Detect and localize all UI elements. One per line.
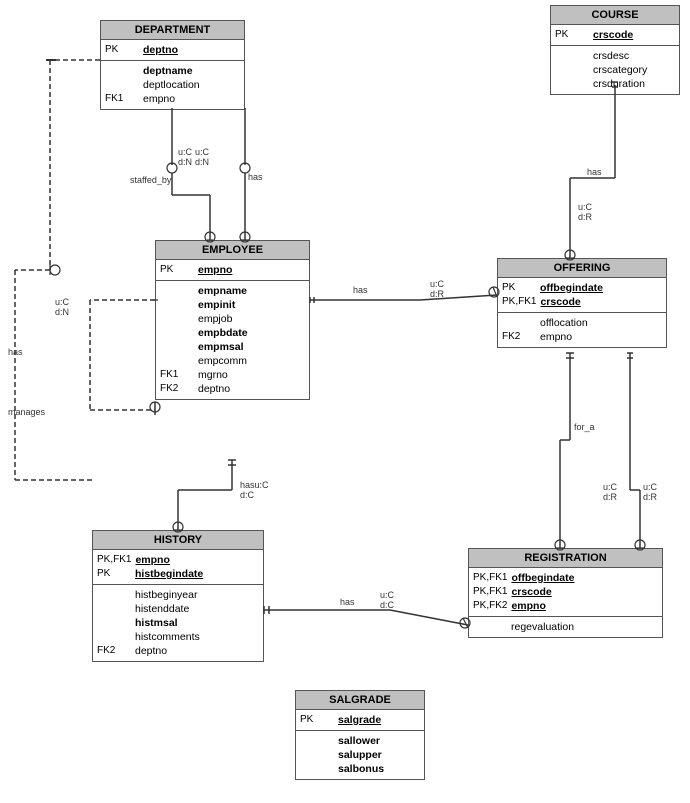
svg-text:d:R: d:R [603, 492, 618, 502]
hist-histmsal: histmsal [135, 617, 178, 629]
off-crscode: crscode [540, 296, 580, 308]
has-left-label: has [8, 347, 23, 357]
employee-attr-section: empname empinit empjob empbdate empmsal … [156, 281, 309, 399]
course-pk-section: PK crscode [551, 25, 679, 46]
employee-pk-section: PK empno [156, 260, 309, 281]
course-off-label: has [587, 167, 602, 177]
has-constraint2: d:N [195, 157, 209, 167]
svg-text:u:C: u:C [380, 590, 395, 600]
dept-deptname: deptname [143, 65, 193, 77]
hist-deptno: deptno [135, 645, 167, 657]
reg-offbegindate: offbegindate [511, 572, 574, 584]
course-title: COURSE [551, 6, 679, 25]
diagram-container: DEPARTMENT PK deptno deptname deptlocati… [0, 0, 690, 803]
emp-empmsal: empmsal [198, 341, 244, 353]
dept-deptlocation: deptlocation [143, 79, 200, 91]
hist-histbegindate: histbegindate [135, 568, 203, 580]
registration-attr-section: regevaluation [469, 617, 662, 637]
off-offlocation: offlocation [540, 317, 588, 329]
svg-text:d:R: d:R [643, 492, 658, 502]
reg-empno: empno [511, 600, 545, 612]
sal-salbonus: salbonus [338, 763, 384, 775]
dept-deptno: deptno [143, 44, 178, 56]
salgrade-pk-section: PK salgrade [296, 710, 424, 731]
history-pk-section: PK,FK1 empno PK histbegindate [93, 550, 263, 585]
sal-salgrade: salgrade [338, 714, 381, 726]
department-title: DEPARTMENT [101, 21, 244, 40]
hist-histbeginyear: histbeginyear [135, 589, 197, 601]
course-crscategory: crscategory [593, 64, 647, 76]
svg-text:u:C: u:C [643, 482, 658, 492]
emp-empinit: empinit [198, 299, 235, 311]
pk-label: PK [105, 44, 143, 55]
dept-emp-constraint1: u:C [178, 147, 193, 157]
department-attr-section: deptname deptlocation FK1 empno [101, 61, 244, 109]
hist-reg-label: has [340, 597, 355, 607]
course-attr-section: crsdesc crscategory crsduration [551, 46, 679, 94]
emp-empname: empname [198, 285, 247, 297]
entity-registration: REGISTRATION PK,FK1 offbegindate PK,FK1 … [468, 548, 663, 638]
emp-mgrno: mgrno [198, 369, 228, 381]
svg-text:hasu:C: hasu:C [240, 480, 269, 490]
hist-histenddate: histenddate [135, 603, 189, 615]
registration-pk-section: PK,FK1 offbegindate PK,FK1 crscode PK,FK… [469, 568, 662, 617]
offering-attr-section: offlocation FK2 empno [498, 313, 666, 347]
svg-text:u:C: u:C [430, 279, 445, 289]
svg-text:d:C: d:C [380, 600, 395, 610]
dept-empno: empno [143, 93, 175, 105]
entity-department: DEPARTMENT PK deptno deptname deptlocati… [100, 20, 245, 110]
entity-offering: OFFERING PK offbegindate PK,FK1 crscode … [497, 258, 667, 348]
svg-text:d:C: d:C [240, 490, 255, 500]
dept-emp-constraint2: d:N [178, 157, 192, 167]
emp-empno: empno [198, 264, 232, 276]
emp-deptno: deptno [198, 383, 230, 395]
svg-text:u:C: u:C [55, 297, 70, 307]
off-offbegindate: offbegindate [540, 282, 603, 294]
svg-text:u:C: u:C [603, 482, 618, 492]
has-constraint1: u:C [195, 147, 210, 157]
off-empno: empno [540, 331, 572, 343]
employee-title: EMPLOYEE [156, 241, 309, 260]
registration-title: REGISTRATION [469, 549, 662, 568]
entity-employee: EMPLOYEE PK empno empname empinit empjob [155, 240, 310, 400]
course-crsduration: crsduration [593, 78, 645, 90]
offering-title: OFFERING [498, 259, 666, 278]
hist-histcomments: histcomments [135, 631, 200, 643]
department-pk-section: PK deptno [101, 40, 244, 61]
svg-text:u:C: u:C [578, 202, 593, 212]
entity-salgrade: SALGRADE PK salgrade sallower salupper s… [295, 690, 425, 780]
salgrade-attr-section: sallower salupper salbonus [296, 731, 424, 779]
svg-text:d:R: d:R [430, 289, 445, 299]
relationship-lines: u:C d:N u:C d:N has staffed_by has manag… [0, 0, 690, 803]
emp-off-label: has [353, 285, 368, 295]
off-reg-label: for_a [574, 422, 595, 432]
history-title: HISTORY [93, 531, 263, 550]
emp-empbdate: empbdate [198, 327, 248, 339]
emp-empcomm: empcomm [198, 355, 247, 367]
sal-sallower: sallower [338, 735, 380, 747]
entity-history: HISTORY PK,FK1 empno PK histbegindate hi… [92, 530, 264, 662]
has-label: has [248, 172, 263, 182]
history-attr-section: histbeginyear histenddate histmsal histc… [93, 585, 263, 661]
svg-text:d:R: d:R [578, 212, 593, 222]
emp-empjob: empjob [198, 313, 232, 325]
offering-pk-section: PK offbegindate PK,FK1 crscode [498, 278, 666, 313]
entity-course: COURSE PK crscode crsdesc crscategory cr… [550, 5, 680, 95]
svg-text:d:N: d:N [55, 307, 69, 317]
reg-regevaluation: regevaluation [511, 621, 574, 633]
salgrade-title: SALGRADE [296, 691, 424, 710]
hist-empno: empno [135, 554, 169, 566]
reg-crscode: crscode [511, 586, 551, 598]
course-crsdesc: crsdesc [593, 50, 629, 62]
sal-salupper: salupper [338, 749, 382, 761]
staffed-by-label: staffed_by [130, 175, 172, 185]
course-crscode: crscode [593, 29, 633, 41]
manages-label: manages [8, 407, 46, 417]
